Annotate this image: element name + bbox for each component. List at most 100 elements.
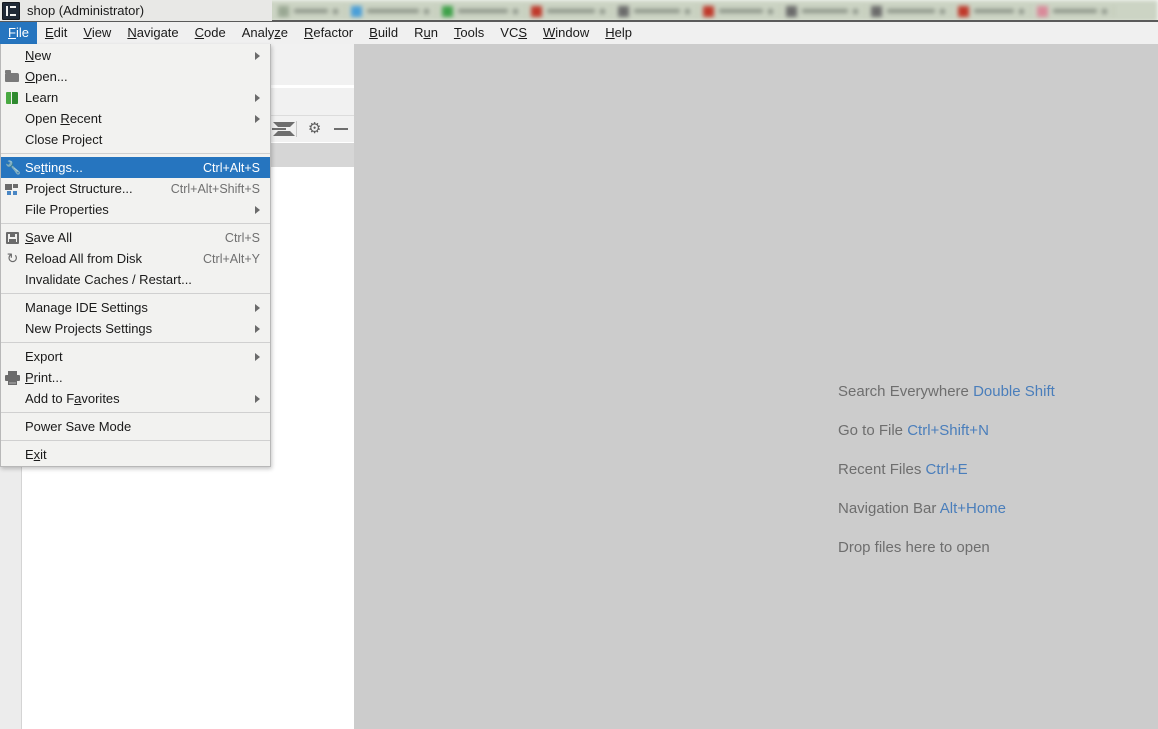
background-tab-favicon [351,5,362,17]
menubar-item-view[interactable]: View [75,22,119,44]
editor-hint-shortcut: Alt+Home [939,500,1007,517]
editor-hint-shortcut: Ctrl+E [925,461,968,478]
menu-item-label: Settings... [25,160,83,175]
menubar-item-help[interactable]: Help [597,22,640,44]
menu-item-print[interactable]: Print... [1,367,270,388]
background-tab [865,0,951,22]
print-icon [5,370,20,385]
editor-shortcut-hints: Search Everywhere Double Shift Go to File… [838,382,1055,558]
menubar-item-tools[interactable]: Tools [446,22,492,44]
background-tab-favicon [786,5,797,17]
submenu-arrow-icon [255,324,260,333]
menu-item-label: Exit [25,447,47,462]
menu-item-label: New [25,48,52,63]
menubar-item-label: Refactor [304,25,354,40]
menu-item-project-structure[interactable]: Project Structure... Ctrl+Alt+Shift+S [1,178,270,199]
menu-item-settings[interactable]: 🔧 Settings... Ctrl+Alt+S [1,157,270,178]
menu-item-file-properties[interactable]: File Properties [1,199,270,220]
menubar-item-build[interactable]: Build [361,22,406,44]
menu-item-label: Power Save Mode [25,419,132,434]
background-tab-title [294,9,328,13]
menu-item-label: Project Structure... [25,181,133,196]
menu-item-save-all[interactable]: Save All Ctrl+S [1,227,270,248]
menu-item-manage-ide-settings[interactable]: Manage IDE Settings [1,297,270,318]
background-tab [952,0,1030,22]
background-tab-close-icon [940,8,945,14]
menubar-item-label: Run [414,25,438,40]
editor-hint: Recent Files Ctrl+E [838,460,1055,480]
background-tab [697,0,779,22]
menu-item-close-project[interactable]: Close Project [1,129,270,150]
editor-hint: Navigation Bar Alt+Home [838,499,1055,519]
menu-separator [1,223,270,224]
menubar-item-refactor[interactable]: Refactor [296,22,361,44]
menu-item-open[interactable]: Open... [1,66,270,87]
background-tab-favicon [618,5,629,17]
menu-item-label: Print... [25,370,63,385]
menu-item-power-save-mode[interactable]: Power Save Mode [1,416,270,437]
menu-item-label: New Projects Settings [25,321,153,336]
editor-hint-shortcut: Ctrl+Shift+N [907,422,989,439]
menu-item-learn[interactable]: Learn [1,87,270,108]
background-tab-close-icon [600,8,605,14]
background-tab-favicon [958,5,969,17]
menubar-item-label: Tools [453,25,485,40]
project-structure-icon [5,181,20,196]
menu-separator [1,293,270,294]
editor-hint-text: Navigation Bar [838,500,940,517]
menubar-item-window[interactable]: Window [535,22,597,44]
background-tab-title [367,9,419,13]
menu-item-new[interactable]: New [1,45,270,66]
menu-separator [1,153,270,154]
folder-icon [5,69,20,84]
gear-icon[interactable]: ⚙ [306,120,324,138]
menu-item-label: Reload All from Disk [25,251,143,266]
menubar-item-vcs[interactable]: VCS [492,22,535,44]
collapse-all-icon[interactable] [270,120,296,138]
editor-hint: Go to File Ctrl+Shift+N [838,421,1055,441]
project-toolbar: ⚙ [266,115,354,143]
menu-item-invalidate-caches-restart[interactable]: Invalidate Caches / Restart... [1,269,270,290]
menu-item-label: Manage IDE Settings [25,300,148,315]
menubar-item-label: Code [194,25,226,40]
menubar-item-code[interactable]: Code [187,22,234,44]
editor-hint: Drop files here to open [838,538,1055,558]
menubar-item-analyze[interactable]: Analyze [234,22,296,44]
background-tab-title [802,9,848,13]
menubar-item-label: Edit [44,25,68,40]
menubar-item-file[interactable]: File [0,22,37,44]
minimize-icon[interactable] [332,120,350,138]
menubar-item-label: Help [605,25,633,40]
menubar-item-edit[interactable]: Edit [37,22,75,44]
menubar-item-run[interactable]: Run [406,22,446,44]
menu-item-label: Save All [25,230,72,245]
background-tab-title [458,9,508,13]
wrench-icon: 🔧 [5,160,22,175]
menubar-item-label: Window [543,25,590,40]
menu-item-export[interactable]: Export [1,346,270,367]
background-tab-favicon [1037,5,1048,17]
menu-item-exit[interactable]: Exit [1,444,270,465]
ide-window: shop (Administrator) File Edit View Navigat… [0,0,1158,729]
menubar-item-navigate[interactable]: Navigate [119,22,186,44]
menu-item-add-to-favorites[interactable]: Add to Favorites [1,388,270,409]
background-tab-favicon [442,5,453,17]
menu-separator [1,342,270,343]
menu-item-label: Export [25,349,63,364]
background-tab [436,0,524,22]
window-title: shop (Administrator) [27,3,145,18]
menu-item-label: Learn [25,90,59,105]
reload-icon: ↻ [6,250,19,266]
editor-hint-text: Drop files here to open [838,539,990,556]
background-tab-title [547,9,595,13]
menu-item-open-recent[interactable]: Open Recent [1,108,270,129]
menu-item-label: Close Project [25,132,103,147]
background-tab [780,0,864,22]
submenu-arrow-icon [255,352,260,361]
menu-item-reload-all-from-disk[interactable]: ↻ Reload All from Disk Ctrl+Alt+Y [1,248,270,269]
submenu-arrow-icon [255,205,260,214]
background-tab-favicon [531,5,542,17]
menu-item-label: Invalidate Caches / Restart... [25,272,192,287]
submenu-arrow-icon [255,303,260,312]
menu-item-new-projects-settings[interactable]: New Projects Settings [1,318,270,339]
